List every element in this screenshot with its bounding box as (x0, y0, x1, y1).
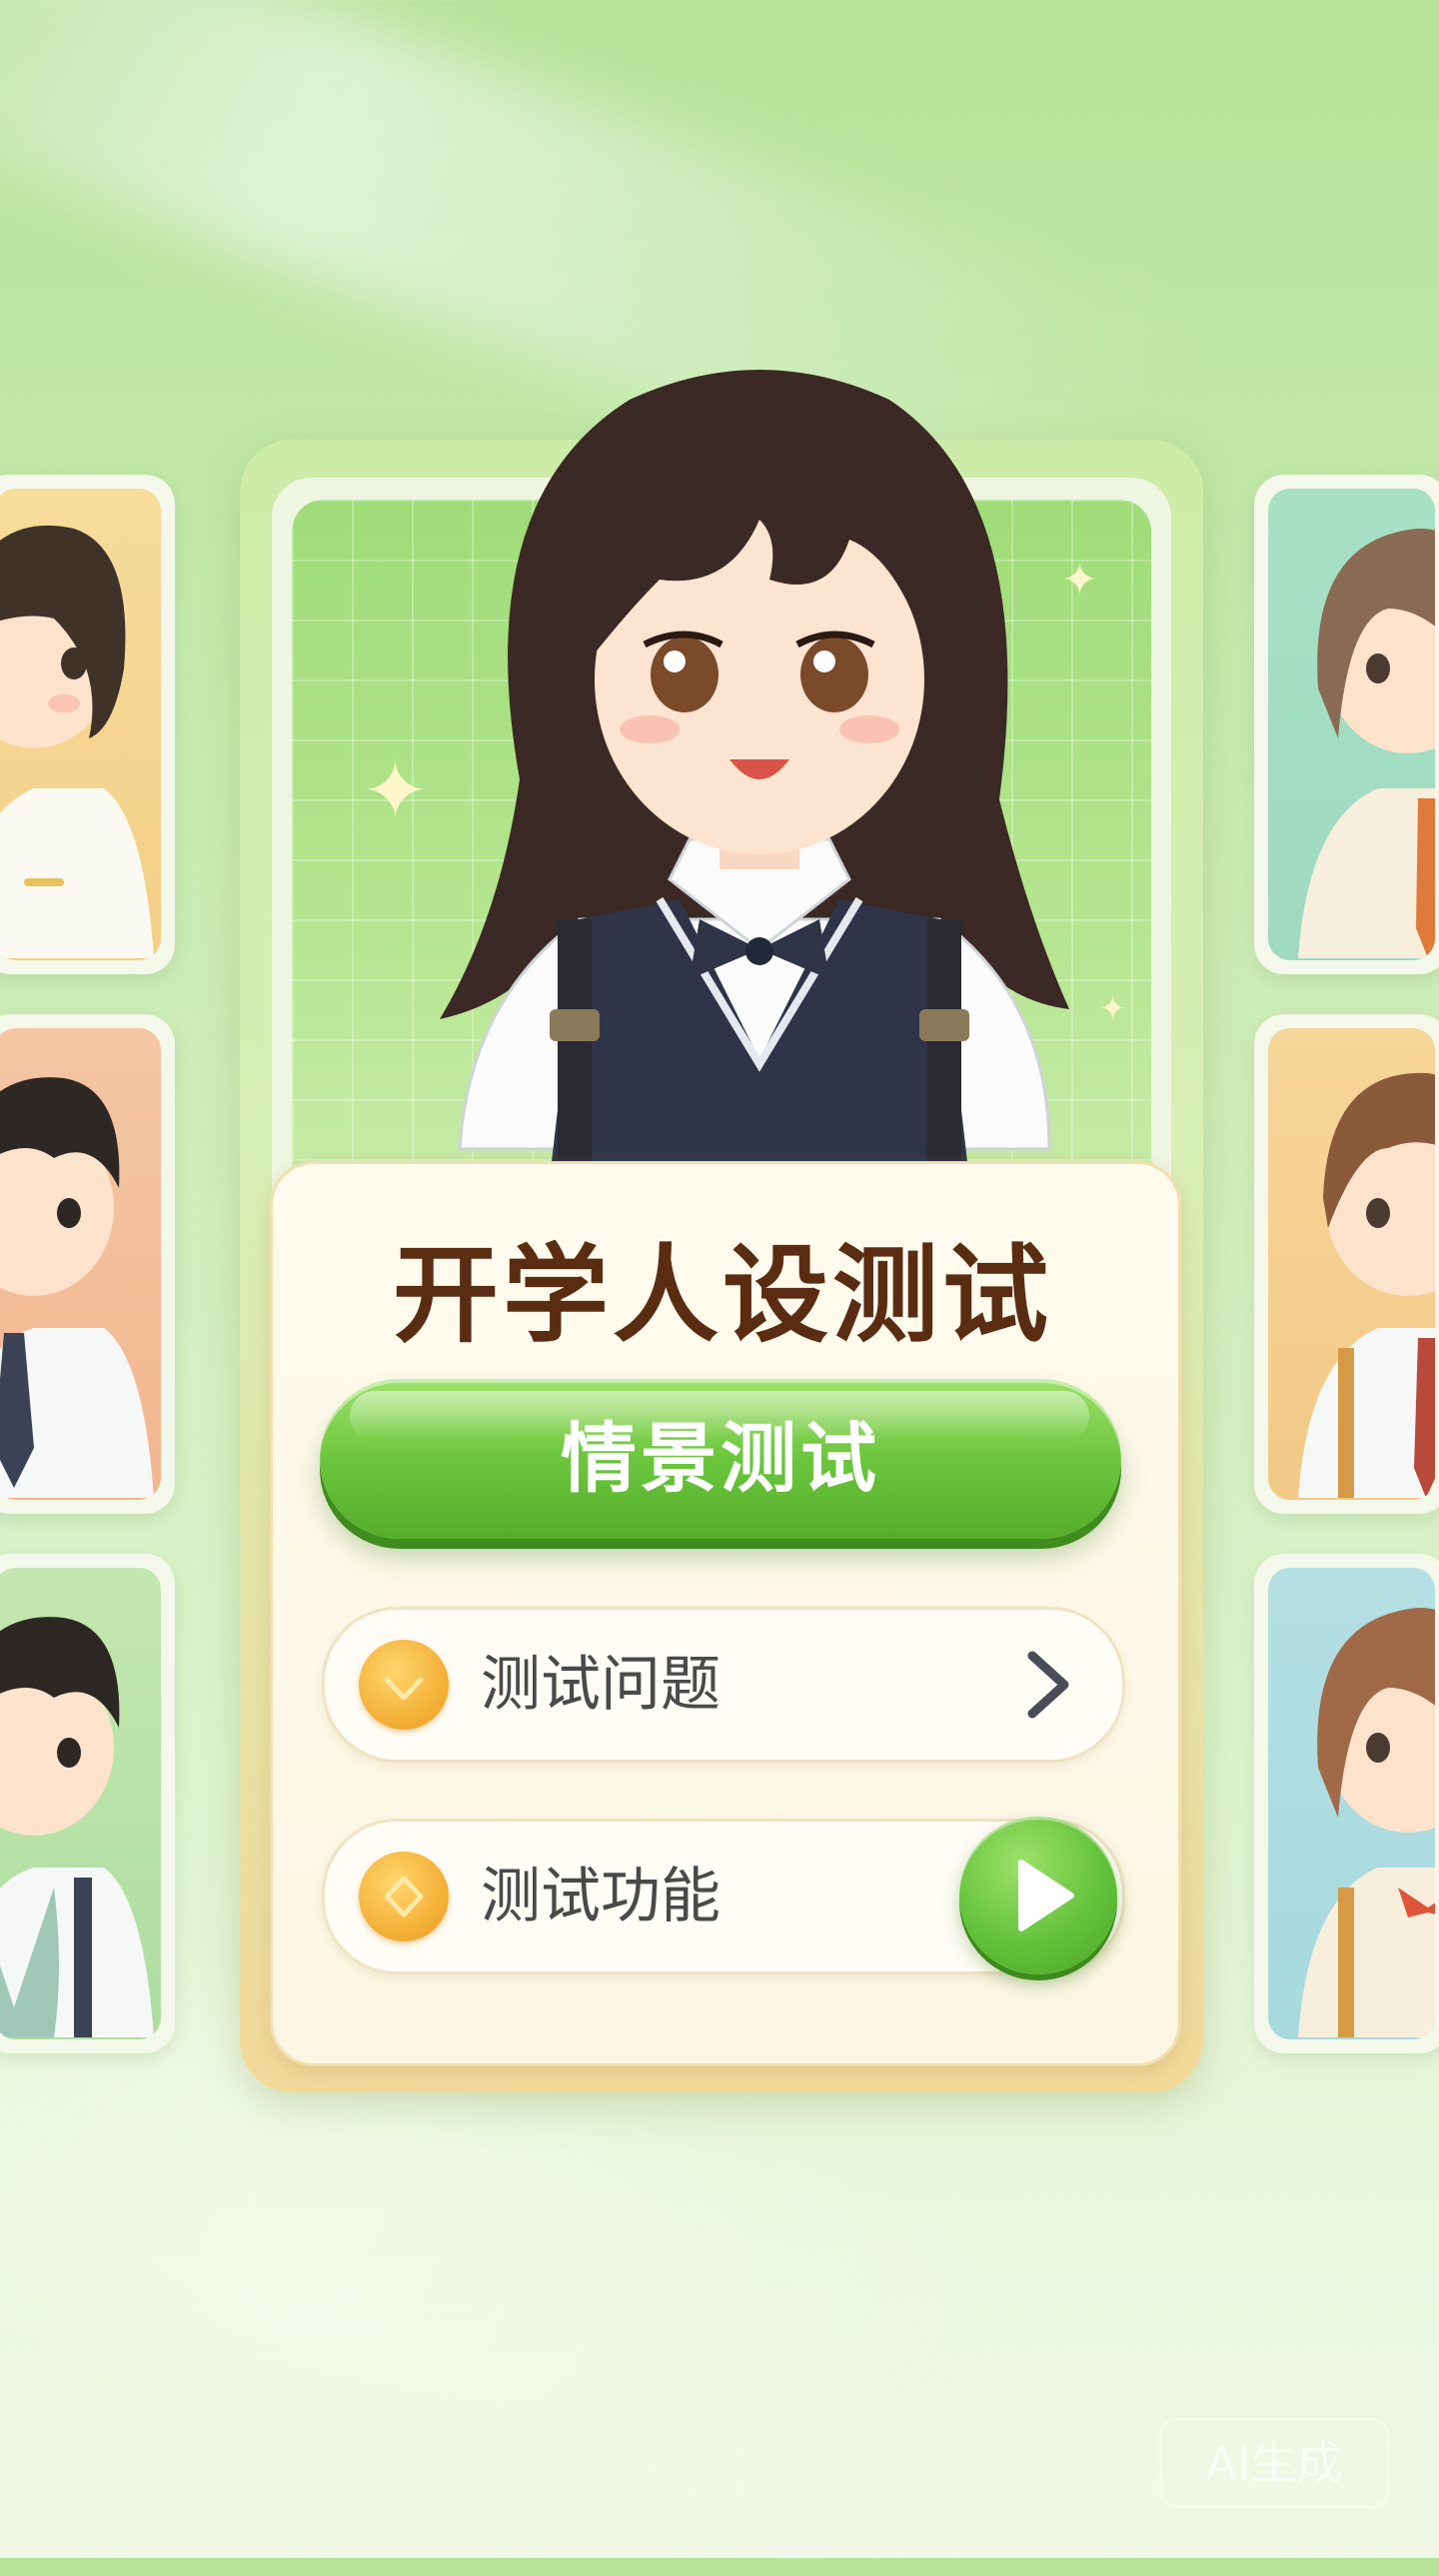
side-character-card[interactable] (0, 475, 175, 974)
ai-generated-watermark: AI生成 (1159, 2418, 1389, 2508)
play-icon (1018, 1860, 1074, 1932)
character-girl-illustration (440, 370, 1069, 1179)
scenario-test-label: 情景测试 (561, 1414, 880, 1503)
boy-backpack-avatar (1298, 1072, 1435, 1498)
diamond-icon (359, 1852, 449, 1941)
scenario-test-button[interactable]: 情景测试 (320, 1379, 1121, 1539)
side-character-card[interactable] (0, 1554, 175, 2053)
side-character-card[interactable] (1254, 1014, 1439, 1514)
side-character-card[interactable] (1254, 475, 1439, 974)
girl-bob-avatar (1298, 529, 1435, 958)
boy-vest-avatar (0, 1617, 154, 2037)
sparkle-icon: ✦ (1099, 989, 1126, 1027)
boy-tie-avatar (0, 1077, 154, 1498)
play-button[interactable] (959, 1817, 1117, 1974)
girl-bow-avatar (1298, 1608, 1435, 2037)
girl-short-hair-avatar (0, 525, 154, 958)
sparkle-icon: ✦ (362, 744, 430, 837)
side-character-card[interactable] (0, 1014, 175, 1514)
option-label: 测试功能 (481, 1862, 720, 1932)
option-test-questions[interactable]: 测试问题 (322, 1607, 1125, 1763)
heart-icon (359, 1640, 449, 1730)
option-label: 测试问题 (481, 1650, 720, 1720)
page-title: 开学人设测试 (393, 1234, 1052, 1357)
side-character-card[interactable] (1254, 1554, 1439, 2053)
chevron-right-icon (1027, 1651, 1069, 1719)
